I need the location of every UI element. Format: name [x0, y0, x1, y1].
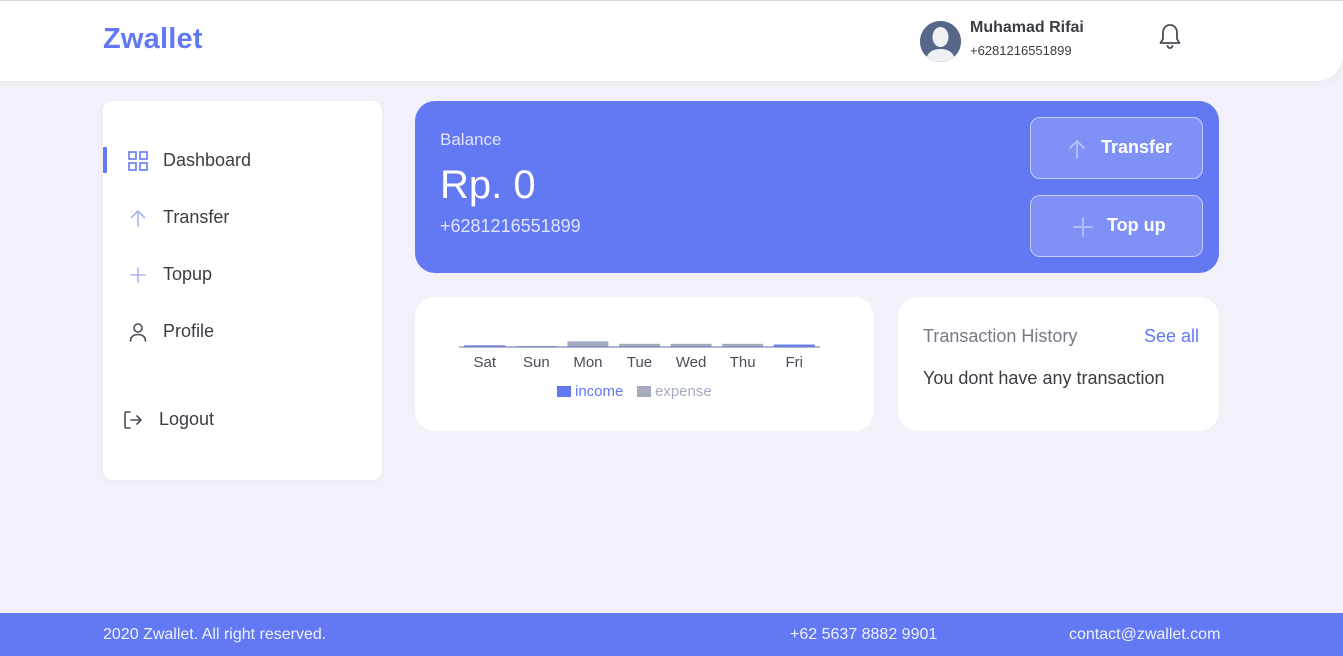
top-navbar: Zwallet Muhamad Rifai +6281216551899 [0, 0, 1343, 81]
legend-label-expense: expense [655, 383, 712, 400]
transaction-history-card: Transaction History See all You dont hav… [898, 297, 1219, 431]
sidebar-item-label: Topup [163, 264, 213, 284]
chart-x-tick-label: Mon [573, 354, 602, 371]
user-name: Muhamad Rifai [970, 19, 1084, 36]
sidebar-item-label: Profile [163, 321, 215, 341]
transfer-button-label: Transfer [1101, 137, 1173, 157]
sidebar: Dashboard Transfer Topup Profile Logout [103, 101, 382, 480]
topup-button-label: Top up [1107, 215, 1166, 235]
logout-button[interactable]: Logout [103, 406, 382, 436]
user-avatar[interactable] [920, 21, 961, 62]
logout-label: Logout [159, 409, 215, 429]
chart-x-tick-label: Tue [627, 354, 652, 371]
user-icon [129, 323, 147, 342]
footer-copyright: 2020 Zwallet. All right reserved. [103, 626, 327, 643]
weekly-bar-chart: Sat Sun Mon Tue Wed Thu Fri income expense [459, 341, 820, 400]
transfer-button[interactable]: Transfer [1030, 117, 1203, 179]
history-empty-message: You dont have any transaction [923, 368, 1165, 388]
plus-icon [1073, 217, 1093, 237]
sidebar-item-profile[interactable]: Profile [103, 318, 382, 348]
topup-button[interactable]: Top up [1030, 195, 1203, 257]
weekly-chart-card: Sat Sun Mon Tue Wed Thu Fri income expense [415, 297, 874, 431]
arrow-up-icon [1069, 140, 1085, 159]
chart-x-tick-label: Thu [730, 354, 756, 371]
chart-bar-expense [567, 341, 609, 347]
balance-card: Balance Rp. 0 +6281216551899 Transfer To… [415, 101, 1219, 273]
chart-x-tick-label: Wed [676, 354, 707, 371]
footer-phone: +62 5637 8882 9901 [790, 626, 938, 643]
history-title: Transaction History [923, 326, 1078, 346]
bell-icon[interactable] [1157, 22, 1183, 50]
chart-x-tick-label: Sun [523, 354, 550, 371]
plus-icon [130, 267, 146, 283]
see-all-link[interactable]: See all [1144, 326, 1199, 347]
grid-icon [128, 151, 148, 171]
logout-icon [124, 411, 142, 429]
legend-label-income: income [575, 383, 623, 400]
balance-phone: +6281216551899 [440, 216, 581, 236]
sidebar-item-topup[interactable]: Topup [103, 261, 382, 291]
balance-label: Balance [440, 130, 502, 149]
brand-logo[interactable]: Zwallet [103, 23, 203, 56]
legend-swatch-expense [637, 386, 651, 397]
avatar-image [920, 21, 961, 62]
active-indicator [103, 147, 107, 173]
sidebar-item-label: Transfer [163, 207, 230, 227]
sidebar-item-label: Dashboard [163, 150, 252, 170]
arrow-up-icon [130, 210, 146, 227]
user-phone: +6281216551899 [970, 43, 1072, 58]
sidebar-item-dashboard[interactable]: Dashboard [103, 147, 382, 177]
sidebar-item-transfer[interactable]: Transfer [103, 204, 382, 234]
footer: 2020 Zwallet. All right reserved. +62 56… [0, 613, 1343, 656]
chart-x-tick-label: Fri [785, 354, 803, 371]
footer-email[interactable]: contact@zwallet.com [1069, 626, 1220, 644]
balance-value: Rp. 0 [440, 163, 536, 207]
legend-swatch-income [557, 386, 571, 397]
chart-x-tick-label: Sat [474, 354, 497, 371]
